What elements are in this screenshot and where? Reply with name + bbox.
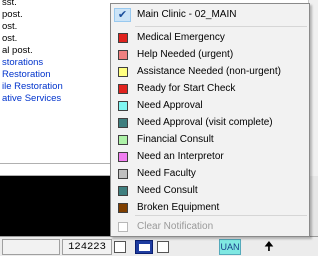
menu-item-label: Need Faculty bbox=[137, 168, 196, 179]
list-item[interactable]: sst. bbox=[2, 0, 17, 9]
up-arrow-icon[interactable]: 🠉 bbox=[262, 239, 276, 255]
notification-box-icon[interactable] bbox=[157, 241, 169, 253]
menu-item-ready-for-start-check[interactable]: Ready for Start Check bbox=[111, 80, 309, 97]
menu-item-label: Need Approval bbox=[137, 100, 203, 111]
menu-item-broken-equipment[interactable]: Broken Equipment bbox=[111, 199, 309, 216]
menu-item-label: Need Consult bbox=[137, 185, 198, 196]
uan-badge[interactable]: UAN bbox=[219, 239, 241, 255]
list-item[interactable]: ost. bbox=[2, 21, 17, 33]
menu-item-assistance-needed[interactable]: Assistance Needed (non-urgent) bbox=[111, 63, 309, 80]
list-item[interactable]: ative Services bbox=[2, 93, 61, 105]
menu-item-clear-notification[interactable]: Clear Notification bbox=[111, 218, 309, 235]
menu-item-label: Medical Emergency bbox=[137, 32, 225, 43]
color-swatch-icon bbox=[118, 169, 128, 179]
menu-item-label: Clear Notification bbox=[137, 221, 214, 232]
color-swatch-icon bbox=[118, 118, 128, 128]
menu-item-help-needed[interactable]: Help Needed (urgent) bbox=[111, 46, 309, 63]
list-item[interactable]: post. bbox=[2, 9, 23, 21]
menu-item-need-approval[interactable]: Need Approval bbox=[111, 97, 309, 114]
color-swatch-icon bbox=[118, 152, 128, 162]
menu-separator bbox=[135, 215, 307, 216]
color-swatch-icon bbox=[118, 222, 128, 232]
menu-item-label: Need Approval (visit complete) bbox=[137, 117, 273, 128]
color-swatch-icon bbox=[118, 135, 128, 145]
menu-item-need-consult[interactable]: Need Consult bbox=[111, 182, 309, 199]
list-item[interactable]: storations bbox=[2, 57, 43, 69]
color-swatch-icon bbox=[118, 186, 128, 196]
color-swatch-icon bbox=[118, 84, 128, 94]
list-item[interactable]: ile Restoration bbox=[2, 81, 63, 93]
color-swatch-icon bbox=[118, 101, 128, 111]
menu-item-label: Financial Consult bbox=[137, 134, 214, 145]
menu-separator bbox=[135, 26, 307, 27]
menu-item-need-an-interpretor[interactable]: Need an Interpretor bbox=[111, 148, 309, 165]
list-item[interactable]: ost. bbox=[2, 33, 17, 45]
status-bar: 124223 UAN 🠉 bbox=[0, 236, 318, 256]
checkmark-icon: ✔ bbox=[114, 8, 131, 22]
color-swatch-icon bbox=[118, 203, 128, 213]
envelope-icon bbox=[139, 244, 150, 251]
notification-menu: ✔ Main Clinic - 02_MAIN Medical Emergenc… bbox=[110, 3, 310, 237]
notification-box-icon[interactable] bbox=[114, 241, 126, 253]
menu-item-label: Broken Equipment bbox=[137, 202, 220, 213]
menu-item-label: Assistance Needed (non-urgent) bbox=[137, 66, 281, 77]
menu-item-label: Help Needed (urgent) bbox=[137, 49, 234, 60]
color-swatch-icon bbox=[118, 67, 128, 77]
menu-item-medical-emergency[interactable]: Medical Emergency bbox=[111, 29, 309, 46]
mail-icon[interactable] bbox=[135, 240, 153, 254]
menu-item-need-faculty[interactable]: Need Faculty bbox=[111, 165, 309, 182]
patient-number: 124223 bbox=[62, 239, 112, 255]
menu-item-financial-consult[interactable]: Financial Consult bbox=[111, 131, 309, 148]
menu-item-label: Main Clinic - 02_MAIN bbox=[137, 9, 237, 20]
color-swatch-icon bbox=[118, 50, 128, 60]
menu-item-label: Ready for Start Check bbox=[137, 83, 236, 94]
color-swatch-icon bbox=[118, 33, 128, 43]
menu-item-need-approval-visit-complete[interactable]: Need Approval (visit complete) bbox=[111, 114, 309, 131]
menu-item-label: Need an Interpretor bbox=[137, 151, 224, 162]
list-item[interactable]: al post. bbox=[2, 45, 33, 57]
list-item[interactable]: Restoration bbox=[2, 69, 51, 81]
status-field-empty bbox=[2, 239, 60, 255]
menu-item-main-clinic[interactable]: ✔ Main Clinic - 02_MAIN bbox=[111, 6, 309, 23]
